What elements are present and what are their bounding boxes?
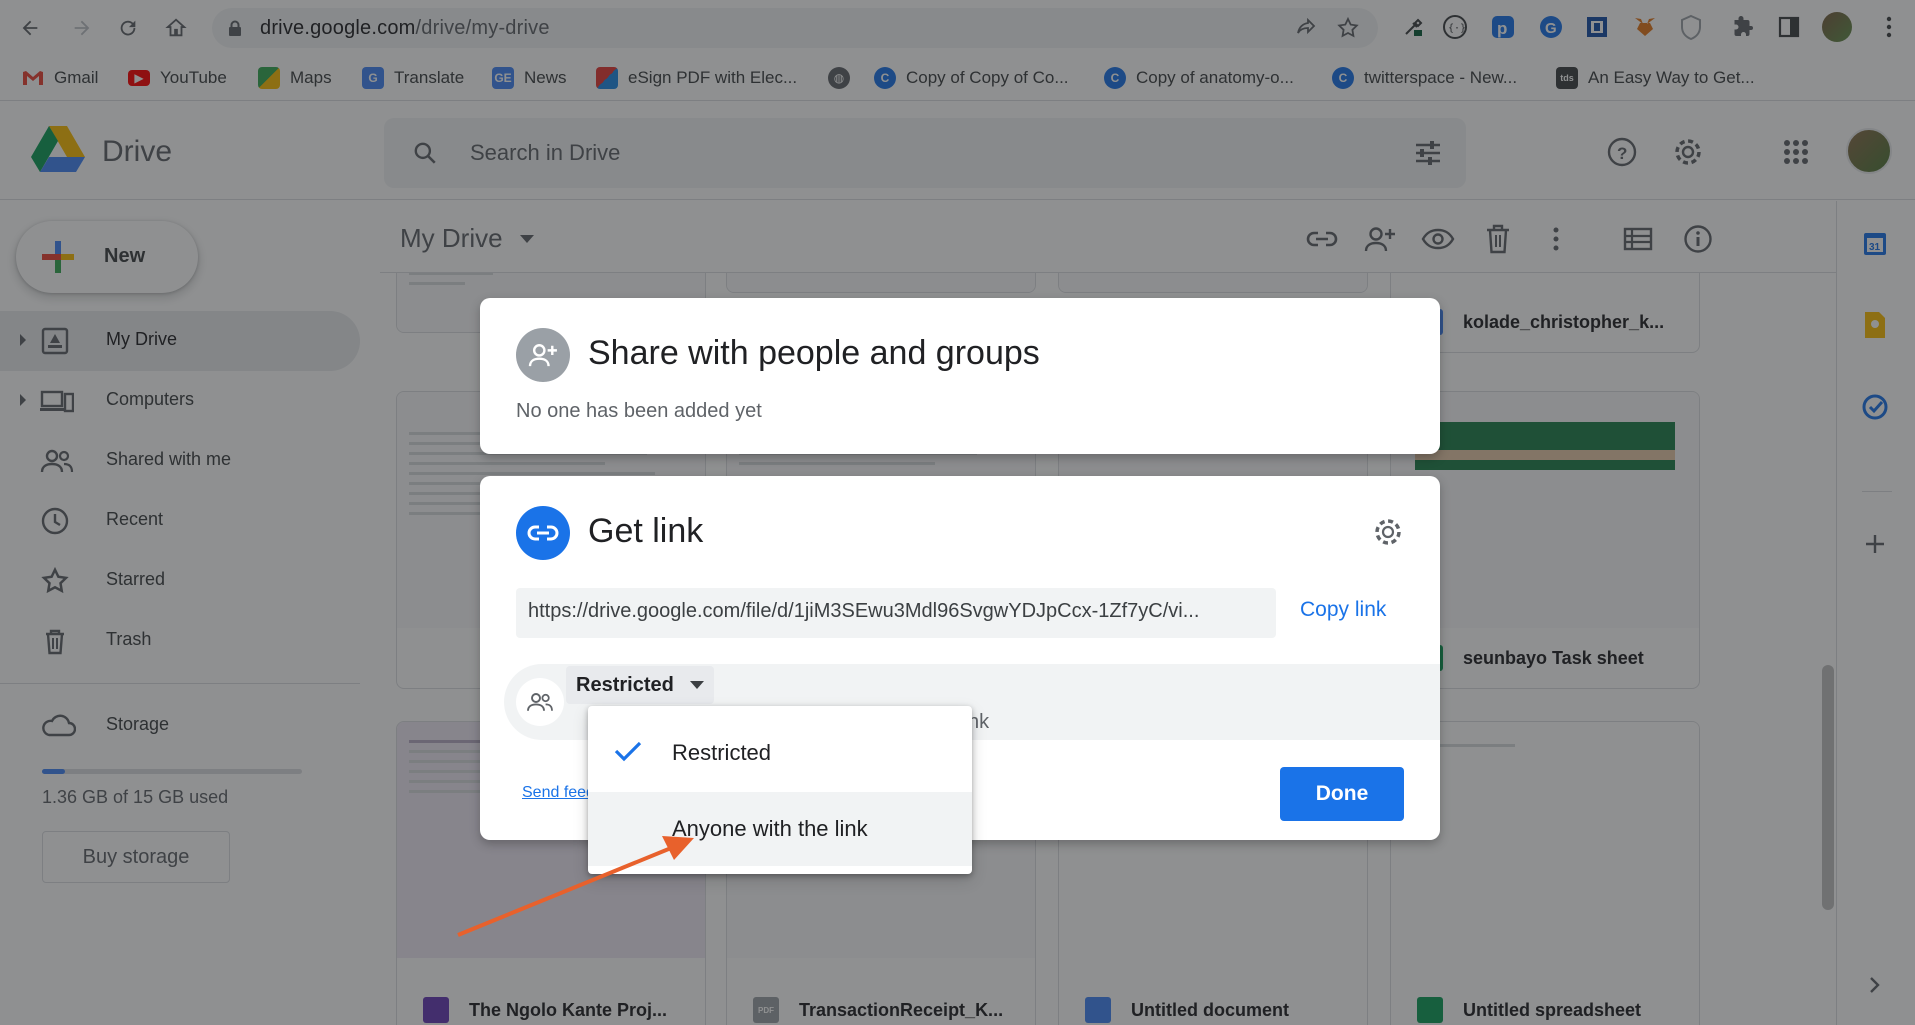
annotation-arrow (457, 836, 694, 937)
